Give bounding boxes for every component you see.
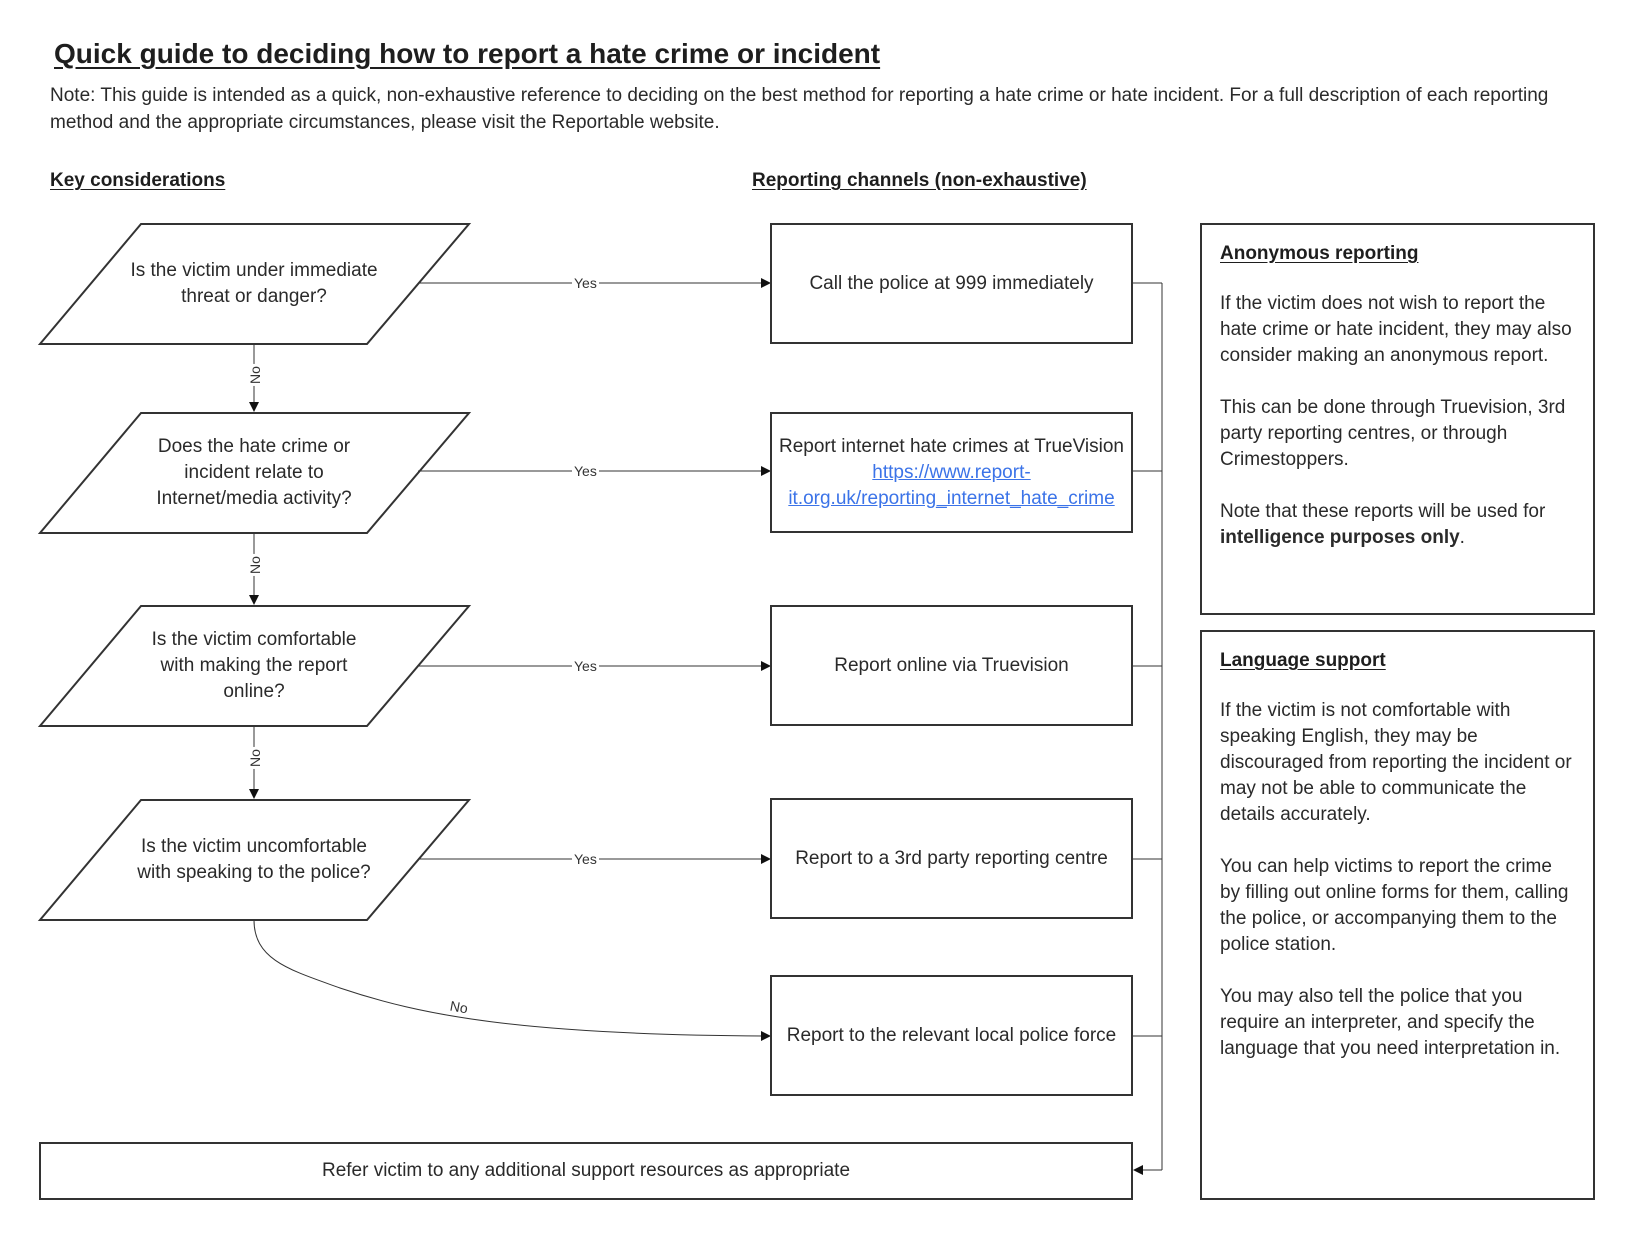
channel-third-party: Report to a 3rd party reporting centre — [770, 798, 1133, 919]
language-paragraph-1: If the victim is not comfortable with sp… — [1220, 700, 1572, 825]
channel-call-999: Call the police at 999 immediately — [770, 223, 1133, 344]
anonymous-paragraph-1: If the victim does not wish to report th… — [1220, 293, 1572, 366]
anonymous-p3-text: Note that these reports will be used for — [1220, 501, 1546, 522]
question-4-text: Is the victim uncomfortable with speakin… — [137, 836, 371, 883]
yes-label-1: Yes — [572, 275, 599, 291]
no-label-2: No — [246, 554, 263, 576]
anonymous-reporting-panel: Anonymous reporting If the victim does n… — [1200, 223, 1595, 615]
question-1-text: Is the victim under immediate threat or … — [130, 260, 378, 307]
channel-internet-text: Report internet hate crimes at TrueVisio… — [779, 435, 1124, 457]
language-paragraph-3: You may also tell the police that you re… — [1220, 986, 1561, 1059]
channel-local-police-text: Report to the relevant local police forc… — [786, 1024, 1117, 1046]
anonymous-paragraph-2: This can be done through Truevision, 3rd… — [1220, 397, 1566, 470]
no-arrow-4 — [253, 919, 771, 1041]
language-support-panel: Language support If the victim is not co… — [1200, 630, 1595, 1200]
anonymous-p3-bold: intelligence purposes only — [1220, 527, 1460, 548]
question-3-text: Is the victim comfortable with making th… — [151, 629, 357, 702]
language-support-heading: Language support — [1220, 650, 1386, 671]
yes-label-4: Yes — [572, 851, 599, 867]
channel-call-999-text: Call the police at 999 immediately — [809, 272, 1094, 294]
yes-label-3: Yes — [572, 658, 599, 674]
channel-local-police: Report to the relevant local police forc… — [770, 975, 1133, 1096]
no-label-4: No — [446, 997, 471, 1017]
anonymous-p3-end: . — [1459, 527, 1465, 548]
channel-third-party-text: Report to a 3rd party reporting centre — [795, 847, 1108, 869]
yes-label-2: Yes — [572, 463, 599, 479]
final-step-text: Refer victim to any additional support r… — [321, 1160, 851, 1181]
channel-report-online-text: Report online via Truevision — [834, 654, 1069, 676]
channel-internet-hate-crime-text: Report internet hate crimes at TrueVisio… — [778, 434, 1125, 512]
no-label-1: No — [246, 364, 263, 386]
no-label-3: No — [246, 747, 263, 769]
language-paragraph-2: You can help victims to report the crime… — [1220, 856, 1569, 955]
final-step-box: Refer victim to any additional support r… — [39, 1142, 1133, 1200]
channel-report-online: Report online via Truevision — [770, 605, 1133, 726]
question-2-text: Does the hate crime or incident relate t… — [156, 436, 352, 509]
report-it-link[interactable]: https://www.report-it.org.uk/reporting_i… — [788, 462, 1114, 509]
anonymous-reporting-heading: Anonymous reporting — [1220, 243, 1419, 264]
anonymous-paragraph-3: Note that these reports will be used for… — [1220, 499, 1575, 551]
channel-internet-hate-crime: Report internet hate crimes at TrueVisio… — [770, 412, 1133, 533]
